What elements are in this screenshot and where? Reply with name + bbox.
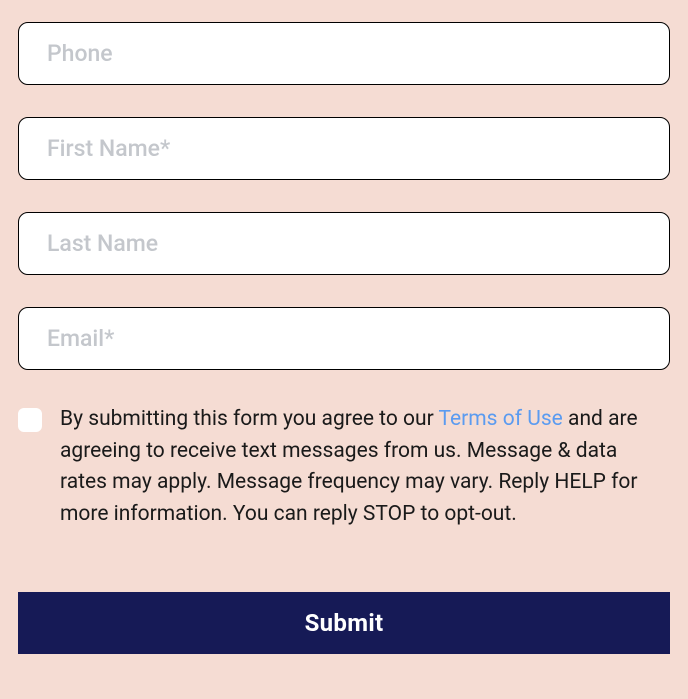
- phone-field-wrap: [18, 22, 670, 85]
- consent-text: By submitting this form you agree to our…: [60, 404, 660, 530]
- consent-pre: By submitting this form you agree to our: [60, 407, 439, 431]
- phone-field[interactable]: [47, 40, 641, 67]
- last-name-field-wrap: [18, 212, 670, 275]
- signup-form: By submitting this form you agree to our…: [18, 22, 670, 654]
- first-name-field[interactable]: [47, 135, 641, 162]
- last-name-field[interactable]: [47, 230, 641, 257]
- email-field-wrap: [18, 307, 670, 370]
- consent-row: By submitting this form you agree to our…: [18, 404, 670, 530]
- submit-button[interactable]: Submit: [18, 592, 670, 654]
- consent-checkbox[interactable]: [18, 408, 42, 432]
- terms-of-use-link[interactable]: Terms of Use: [439, 407, 563, 431]
- email-field[interactable]: [47, 325, 641, 352]
- first-name-field-wrap: [18, 117, 670, 180]
